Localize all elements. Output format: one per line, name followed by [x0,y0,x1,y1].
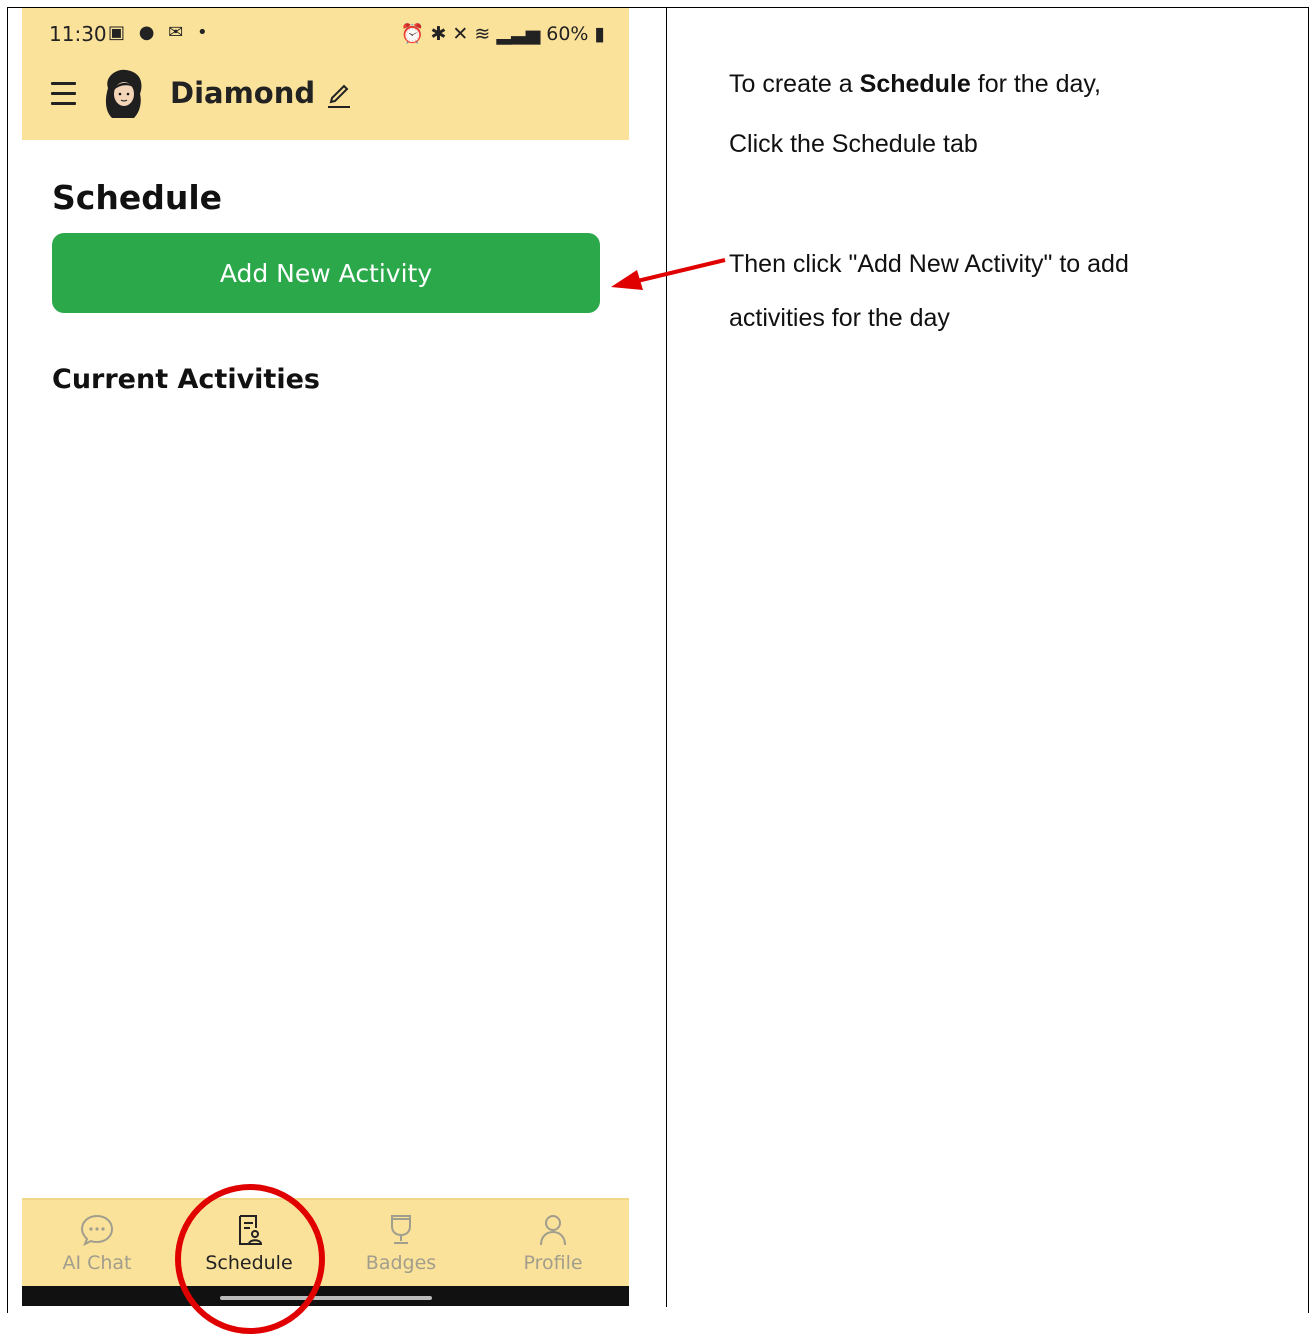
menu-icon[interactable] [51,82,76,105]
edit-icon[interactable] [326,80,352,110]
instruction-line-2: Click the Schedule tab [729,130,978,158]
bluetooth-icon: ✱ [430,23,447,45]
tab-ai-chat[interactable]: AI Chat [32,1200,162,1288]
battery-icon: ▮ [594,23,605,45]
instruction-line-3: Then click "Add New Activity" to add [729,250,1129,278]
app-title: Diamond [170,76,316,110]
chat-bubble-icon [80,1214,114,1247]
person-icon [540,1215,566,1246]
mute-icon: ✕ [452,23,469,45]
avatar[interactable] [100,68,146,120]
tab-label: Badges [365,1252,437,1274]
instruction-text: for the day, [970,70,1101,98]
app-header: 11:30 ▣ ● ✉ • ⏰ ✱ ✕ ≋ ▂▃▅ 60% ▮ Diamond [22,8,629,140]
tab-badges[interactable]: Badges [336,1200,466,1288]
instruction-text: To create a [729,70,860,98]
instruction-line-1: To create a Schedule for the day, [729,70,1101,99]
alarm-icon: ⏰ [400,23,425,45]
status-time: 11:30 [49,22,107,46]
instruction-line-4: activities for the day [729,304,950,332]
notification-icons: ▣ ● ✉ • [108,22,212,43]
battery-percent: 60% [546,23,589,45]
trophy-icon [391,1215,411,1244]
page-title: Schedule [52,178,223,217]
wifi-icon: ≋ [474,23,491,45]
instruction-bold: Schedule [859,70,971,98]
tab-label: Profile [523,1252,583,1274]
current-activities-heading: Current Activities [52,364,320,395]
tab-label: AI Chat [62,1252,132,1274]
phone-screenshot: 11:30 ▣ ● ✉ • ⏰ ✱ ✕ ≋ ▂▃▅ 60% ▮ Diamond [22,8,629,1306]
tab-profile[interactable]: Profile [488,1200,618,1288]
column-divider [666,7,667,1307]
add-activity-button[interactable]: Add New Activity [52,233,600,313]
highlight-circle [175,1184,325,1334]
signal-icon: ▂▃▅ [496,23,541,45]
bottom-navigation: AI Chat Schedule Badges Profile [22,1198,629,1288]
status-right: ⏰ ✱ ✕ ≋ ▂▃▅ 60% ▮ [401,22,605,45]
annotation-arrow [611,258,726,290]
